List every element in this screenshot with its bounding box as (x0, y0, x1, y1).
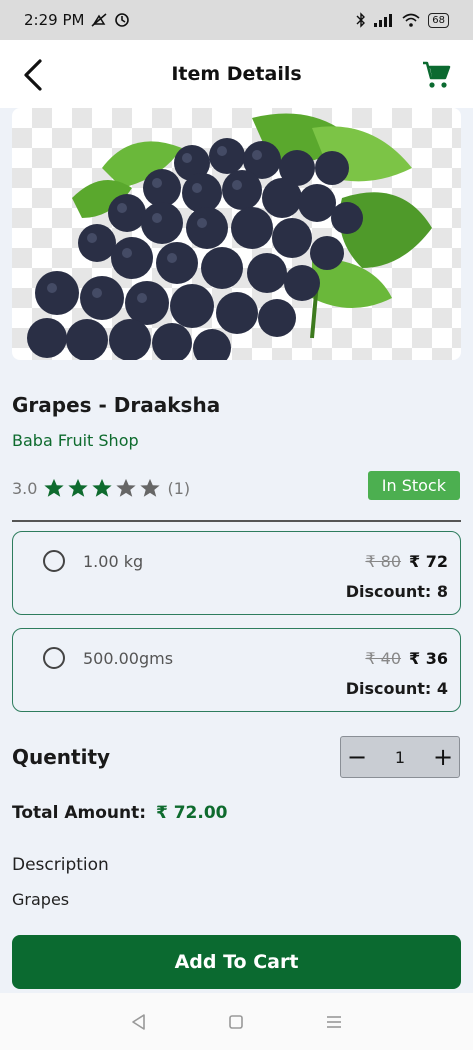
back-arrow-icon (24, 59, 42, 91)
product-name: Grapes - Draaksha (12, 393, 221, 417)
weight-option-500g[interactable]: 500.00gms ₹ 40 ₹ 36 Discount: 4 (12, 628, 461, 712)
option-old-price: ₹ 80 (365, 552, 402, 571)
page-title: Item Details (171, 63, 302, 85)
cart-button[interactable] (421, 60, 451, 90)
add-to-cart-button[interactable]: Add To Cart (12, 935, 461, 989)
option-weight: 500.00gms (83, 649, 174, 668)
shop-name[interactable]: Baba Fruit Shop (12, 431, 139, 450)
alarm-icon (115, 13, 130, 27)
total-amount-row: Total Amount: ₹ 72.00 (12, 803, 228, 823)
option-new-price: ₹ 72 (409, 552, 448, 571)
menu-lines-icon (327, 1015, 342, 1028)
option-prices: ₹ 40 ₹ 36 (365, 649, 448, 668)
battery-icon: 68 (428, 12, 449, 28)
total-amount: ₹ 72.00 (155, 803, 228, 823)
radio-button[interactable] (43, 647, 65, 669)
quantity-stepper: − 1 + (340, 736, 460, 778)
product-image (12, 108, 461, 360)
bluetooth-icon (356, 12, 366, 28)
signal-icon (374, 14, 393, 27)
star-icon (116, 478, 137, 497)
decrease-quantity-button[interactable]: − (341, 737, 373, 777)
description-text: Grapes (12, 890, 70, 909)
total-label: Total Amount: (12, 803, 147, 823)
star-icon (140, 478, 161, 497)
square-home-icon (229, 1014, 244, 1029)
star-icon (92, 478, 113, 497)
description-title: Description (12, 855, 109, 875)
option-weight: 1.00 kg (83, 552, 144, 571)
status-bar: 2:29 PM 68 (0, 0, 473, 40)
stock-status-badge: In Stock (367, 471, 460, 500)
star-icon (68, 478, 89, 497)
option-discount: Discount: 8 (345, 582, 448, 601)
review-count: (1) (167, 478, 191, 498)
option-discount: Discount: 4 (345, 679, 448, 698)
system-nav-bar (0, 993, 473, 1050)
nav-back-button[interactable] (119, 1002, 159, 1042)
option-prices: ₹ 80 ₹ 72 (365, 552, 448, 571)
triangle-back-icon (132, 1013, 145, 1030)
rating-stars (43, 477, 161, 499)
radio-button[interactable] (43, 550, 65, 572)
rating-row: 3.0 (1) (12, 477, 190, 499)
app-bar: Item Details (0, 40, 473, 108)
status-time: 2:29 PM (24, 11, 85, 29)
shopping-cart-icon (423, 61, 451, 88)
nav-home-button[interactable] (216, 1002, 256, 1042)
wifi-icon (402, 13, 420, 27)
nav-recents-button[interactable] (314, 1002, 354, 1042)
quantity-value: 1 (394, 747, 406, 767)
divider (12, 520, 461, 522)
weight-option-1kg[interactable]: 1.00 kg ₹ 80 ₹ 72 Discount: 8 (12, 531, 461, 615)
quantity-label: Quentity (12, 745, 111, 769)
rating-value: 3.0 (12, 478, 38, 498)
star-icon (44, 478, 65, 497)
option-old-price: ₹ 40 (365, 649, 402, 668)
option-new-price: ₹ 36 (409, 649, 448, 668)
mute-icon (91, 13, 107, 27)
increase-quantity-button[interactable]: + (427, 737, 459, 777)
back-button[interactable] (20, 58, 50, 92)
